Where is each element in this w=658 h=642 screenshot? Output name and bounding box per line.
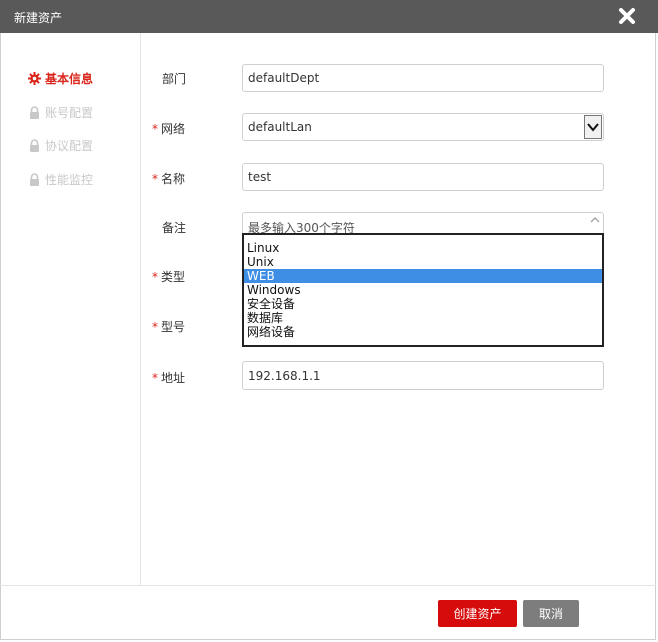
dialog-title: 新建资产 <box>14 11 63 25</box>
lock-icon <box>28 105 41 119</box>
network-select[interactable]: defaultLan <box>242 113 604 141</box>
dropdown-option[interactable]: Linux <box>244 241 602 255</box>
dropdown-option[interactable]: Windows <box>244 283 602 297</box>
lock-icon <box>28 138 41 152</box>
address-field[interactable]: 192.168.1.1 <box>242 361 604 390</box>
sidebar-item-label: 性能监控 <box>45 172 94 187</box>
sidebar-item-account-config[interactable]: 账号配置 <box>28 103 93 121</box>
dropdown-option[interactable]: 数据库 <box>244 311 602 325</box>
sidebar-item-performance-monitor[interactable]: 性能监控 <box>28 170 93 188</box>
dropdown-option[interactable]: 网络设备 <box>244 325 602 339</box>
cancel-button[interactable]: 取消 <box>523 600 579 627</box>
lock-icon <box>28 172 41 186</box>
scroll-up-icon[interactable] <box>589 214 601 226</box>
sidebar-item-label: 协议配置 <box>45 138 94 153</box>
type-dropdown-list[interactable]: Linux Unix WEB Windows 安全设备 数据库 网络设备 <box>242 233 604 347</box>
name-label: * 名称 <box>152 172 186 186</box>
model-label: * 型号 <box>152 320 186 334</box>
department-field[interactable]: defaultDept <box>242 64 604 92</box>
type-label: * 类型 <box>152 270 186 284</box>
remark-label: 备注 <box>162 221 187 235</box>
footer-divider <box>0 585 656 586</box>
dropdown-option[interactable]: 安全设备 <box>244 297 602 311</box>
dropdown-option-selected[interactable]: WEB <box>244 269 602 283</box>
sidebar-item-protocol-config[interactable]: 协议配置 <box>28 136 93 154</box>
sidebar-item-label: 基本信息 <box>45 71 94 86</box>
gear-icon <box>28 71 41 85</box>
network-label: * 网络 <box>152 122 186 136</box>
dropdown-option[interactable]: Unix <box>244 255 602 269</box>
department-label: 部门 <box>162 72 187 86</box>
name-field[interactable]: test <box>242 163 604 191</box>
dialog-titlebar: 新建资产 <box>0 0 658 33</box>
address-label: * 地址 <box>152 371 186 385</box>
sidebar-item-basic-info[interactable]: 基本信息 <box>28 69 93 87</box>
close-icon[interactable] <box>618 7 636 25</box>
sidebar: 基本信息 账号配置 协议配置 性能监控 <box>0 33 141 585</box>
chevron-down-icon[interactable] <box>584 115 602 139</box>
sidebar-item-label: 账号配置 <box>45 105 94 120</box>
create-asset-button[interactable]: 创建资产 <box>438 600 517 627</box>
